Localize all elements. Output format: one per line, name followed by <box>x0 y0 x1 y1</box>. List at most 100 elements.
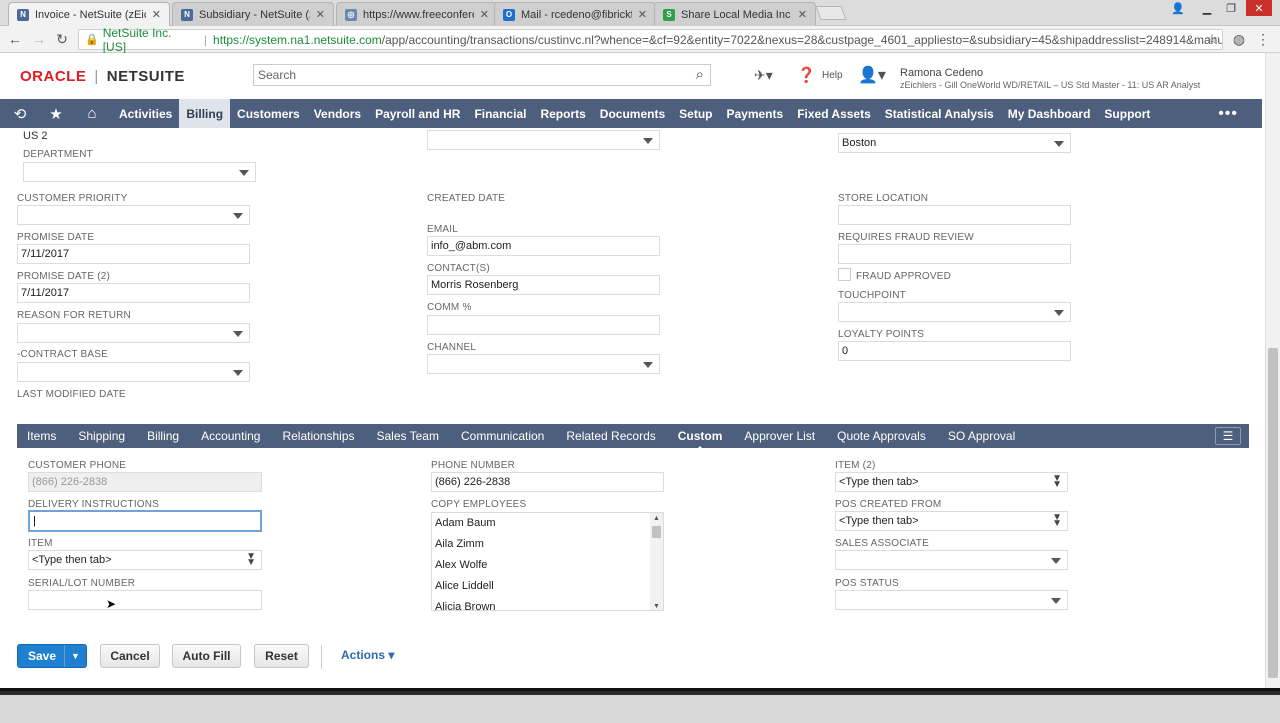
forward-icon[interactable]: → <box>30 30 48 48</box>
subtab-shipping[interactable]: Shipping <box>78 429 125 443</box>
nav-documents[interactable]: Documents <box>593 99 672 128</box>
nav-setup[interactable]: Setup <box>672 99 719 128</box>
close-tab-icon[interactable]: ✕ <box>798 8 807 21</box>
promise-date-field[interactable]: 7/11/2017 <box>17 244 250 264</box>
list-item[interactable]: Aila Zimm <box>432 534 663 555</box>
pos-created-from-field[interactable]: <Type then tab> ▼ ▼ <box>835 511 1068 531</box>
nav-payments[interactable]: Payments <box>719 99 790 128</box>
user-avatar-icon[interactable]: 👤▾ <box>858 65 886 85</box>
more-menu-icon[interactable]: ••• <box>1218 105 1238 123</box>
search-icon[interactable]: ⌕ <box>696 66 704 83</box>
home-icon[interactable]: ⌂ <box>72 99 112 128</box>
subtab-custom[interactable]: Custom <box>678 429 722 450</box>
browser-tab-share-local[interactable]: S Share Local Media Inc - C ✕ <box>654 2 816 26</box>
item-field[interactable]: <Type then tab> ▼ ▼ <box>28 550 262 570</box>
close-tab-icon[interactable]: ✕ <box>480 8 489 21</box>
fraud-review-field[interactable] <box>838 244 1071 264</box>
scroll-up-icon[interactable]: ▲ <box>653 515 660 522</box>
pos-status-select[interactable] <box>835 590 1068 610</box>
user-info[interactable]: Ramona Cedeno zEichlers - Gill OneWorld … <box>900 67 1200 90</box>
subtab-billing[interactable]: Billing <box>147 429 179 443</box>
subtab-accounting[interactable]: Accounting <box>201 429 260 443</box>
serial-lot-field[interactable] <box>28 590 262 610</box>
nav-billing[interactable]: Billing <box>179 99 231 128</box>
subtab-quote-approvals[interactable]: Quote Approvals <box>837 429 926 443</box>
subtab-related-records[interactable]: Related Records <box>566 429 655 443</box>
touchpoint-select[interactable] <box>838 302 1071 322</box>
double-chevron-icon[interactable]: ▼ ▼ <box>1052 513 1062 529</box>
address-bar[interactable]: 🔒 NetSuite Inc. [US] | https://system.na… <box>78 26 1223 54</box>
delivery-instructions-field[interactable]: | <box>28 510 262 532</box>
auto-fill-button[interactable]: Auto Fill <box>172 644 241 668</box>
nav-reports[interactable]: Reports <box>533 99 592 128</box>
close-tab-icon[interactable]: ✕ <box>316 8 325 21</box>
list-item[interactable]: Alex Wolfe <box>432 555 663 576</box>
new-tab-button[interactable] <box>815 6 847 20</box>
browser-tab-subsidiary[interactable]: N Subsidiary - NetSuite (zE ✕ <box>172 2 334 26</box>
promise-date2-field[interactable]: 7/11/2017 <box>17 283 250 303</box>
browser-tab-freeconference[interactable]: ◎ https://www.freeconfere ✕ <box>336 2 498 26</box>
recent-records-icon[interactable]: ✈▾ <box>754 67 773 84</box>
nav-statistical-analysis[interactable]: Statistical Analysis <box>878 99 1001 128</box>
actions-menu[interactable]: Actions ▾ <box>341 648 394 662</box>
channel-select[interactable] <box>427 354 660 374</box>
subtab-so-approval[interactable]: SO Approval <box>948 429 1015 443</box>
subtab-approver-list[interactable]: Approver List <box>744 429 815 443</box>
bookmark-star-icon[interactable]: ☆ <box>1203 30 1221 48</box>
profile-icon[interactable]: 👤 <box>1168 0 1188 16</box>
subtab-communication[interactable]: Communication <box>461 429 544 443</box>
help-label[interactable]: Help <box>822 70 843 81</box>
nav-my-dashboard[interactable]: My Dashboard <box>1001 99 1098 128</box>
nav-financial[interactable]: Financial <box>467 99 533 128</box>
nav-support[interactable]: Support <box>1097 99 1157 128</box>
fraud-approved-checkbox[interactable] <box>838 268 851 281</box>
close-window-icon[interactable]: ✕ <box>1246 0 1272 16</box>
favorites-star-icon[interactable]: ★ <box>40 99 72 128</box>
partial-select-field[interactable] <box>427 130 660 150</box>
page-scrollbar[interactable] <box>1265 53 1280 688</box>
contract-base-select[interactable] <box>17 362 250 382</box>
email-field[interactable]: info_@abm.com <box>427 236 660 256</box>
help-icon[interactable]: ❓ <box>797 66 816 84</box>
close-tab-icon[interactable]: ✕ <box>638 8 647 21</box>
subtab-relationships[interactable]: Relationships <box>282 429 354 443</box>
listbox-scroll-thumb[interactable] <box>652 526 661 538</box>
nav-vendors[interactable]: Vendors <box>307 99 368 128</box>
nav-payroll-hr[interactable]: Payroll and HR <box>368 99 467 128</box>
item2-field[interactable]: <Type then tab> ▼ ▼ <box>835 472 1068 492</box>
contacts-field[interactable]: Morris Rosenberg <box>427 275 660 295</box>
subtab-items[interactable]: Items <box>27 429 56 443</box>
reason-return-select[interactable] <box>17 323 250 343</box>
cancel-button[interactable]: Cancel <box>100 644 160 668</box>
minimize-icon[interactable]: ▁ <box>1196 0 1218 16</box>
list-item[interactable]: Alice Liddell <box>432 576 663 597</box>
nav-customers[interactable]: Customers <box>230 99 307 128</box>
close-tab-icon[interactable]: ✕ <box>152 8 161 21</box>
recent-history-icon[interactable]: ⟲ <box>0 99 40 128</box>
double-chevron-icon[interactable]: ▼ ▼ <box>246 552 256 568</box>
department-select[interactable] <box>23 162 256 182</box>
maximize-icon[interactable]: ❐ <box>1220 0 1242 16</box>
list-item[interactable]: Adam Baum <box>432 513 663 534</box>
nav-activities[interactable]: Activities <box>112 99 179 128</box>
browser-tab-invoice[interactable]: N Invoice - NetSuite (zEich ✕ <box>8 2 170 26</box>
menu-icon[interactable]: ⋮ <box>1254 30 1272 48</box>
reload-icon[interactable]: ↻ <box>53 30 71 48</box>
customer-priority-select[interactable] <box>17 205 250 225</box>
list-item[interactable]: Alicia Brown <box>432 597 663 610</box>
browser-tab-mail[interactable]: O Mail - rcedeno@fibrickf ✕ <box>494 2 656 26</box>
scrollbar-thumb[interactable] <box>1268 348 1278 678</box>
comm-field[interactable] <box>427 315 660 335</box>
save-button[interactable]: Save ▼ <box>17 644 87 668</box>
extension-icon[interactable]: ◍ <box>1230 30 1248 48</box>
store-location-field[interactable] <box>838 205 1071 225</box>
location-select[interactable]: Boston <box>838 133 1071 153</box>
back-icon[interactable]: ← <box>6 30 24 48</box>
global-search-input[interactable]: Search ⌕ <box>253 64 711 86</box>
phone-number-field[interactable]: (866) 226-2838 <box>431 472 664 492</box>
scroll-down-icon[interactable]: ▼ <box>653 603 660 610</box>
copy-employees-listbox[interactable]: Adam Baum Aila Zimm Alex Wolfe Alice Lid… <box>431 512 664 611</box>
oracle-netsuite-logo[interactable]: ORACLE | NETSUITE <box>20 68 185 85</box>
nav-fixed-assets[interactable]: Fixed Assets <box>790 99 878 128</box>
save-dropdown-icon[interactable]: ▼ <box>64 645 86 667</box>
